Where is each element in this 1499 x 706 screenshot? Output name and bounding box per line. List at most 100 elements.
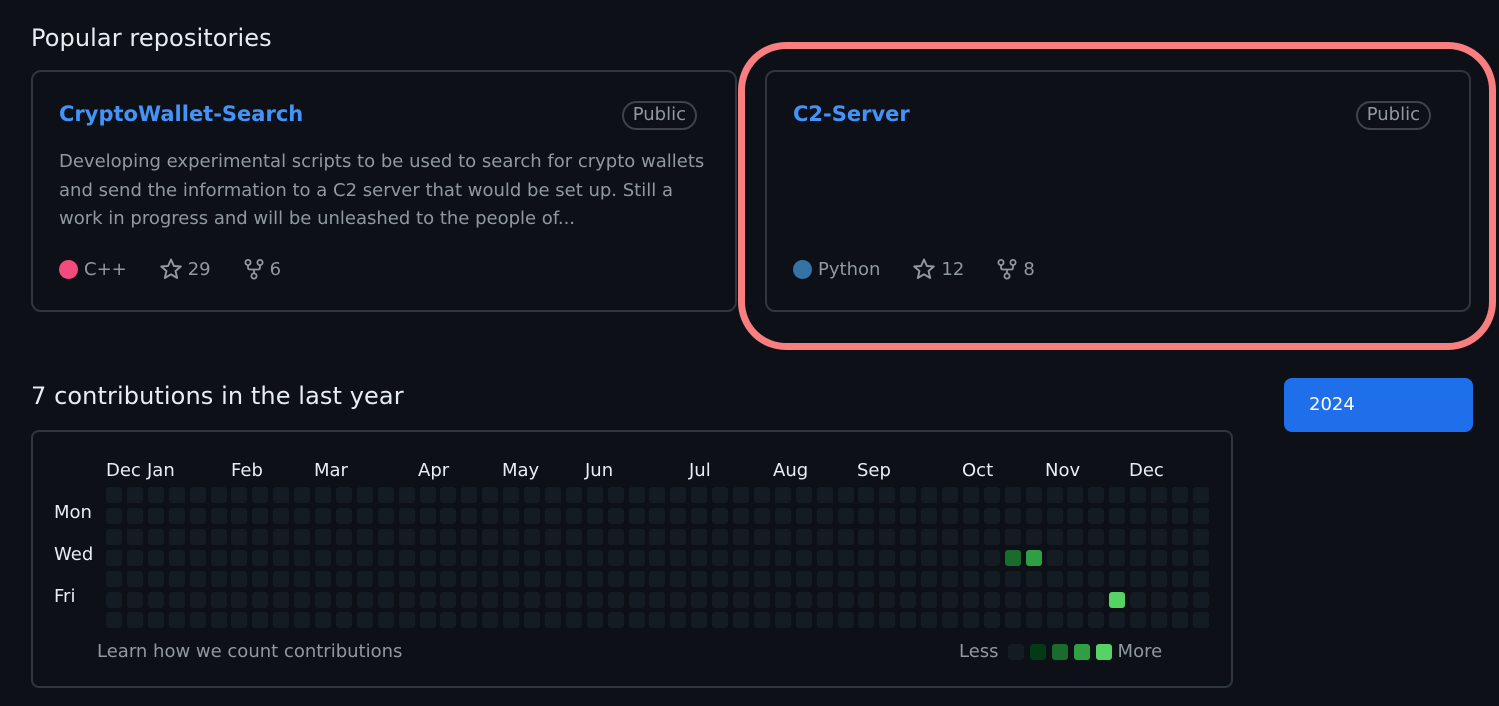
contribution-day[interactable] bbox=[377, 570, 394, 587]
contribution-day[interactable] bbox=[816, 570, 833, 587]
contribution-day[interactable] bbox=[126, 487, 143, 503]
contribution-day[interactable] bbox=[1151, 591, 1167, 608]
contribution-day[interactable] bbox=[440, 570, 457, 587]
repo-name-link[interactable]: C2-Server bbox=[793, 102, 910, 126]
contribution-day[interactable] bbox=[1130, 528, 1147, 545]
contribution-day[interactable] bbox=[586, 612, 603, 629]
contribution-day[interactable] bbox=[1109, 612, 1126, 629]
contribution-day[interactable] bbox=[774, 612, 791, 629]
contribution-day[interactable] bbox=[231, 612, 248, 629]
contribution-day[interactable] bbox=[315, 591, 331, 608]
contribution-day[interactable] bbox=[231, 549, 248, 566]
contribution-day[interactable] bbox=[189, 612, 206, 629]
contribution-day[interactable] bbox=[983, 570, 1000, 587]
contribution-day[interactable] bbox=[440, 591, 457, 608]
contribution-day[interactable] bbox=[1192, 549, 1209, 566]
contribution-day[interactable] bbox=[482, 528, 499, 545]
contribution-day[interactable] bbox=[983, 507, 1000, 524]
contribution-day[interactable] bbox=[147, 487, 164, 503]
contribution-day[interactable] bbox=[837, 549, 854, 566]
contribution-day[interactable] bbox=[1025, 507, 1042, 524]
contribution-day[interactable] bbox=[315, 570, 331, 587]
contribution-day[interactable] bbox=[900, 612, 917, 629]
contribution-day[interactable] bbox=[733, 612, 749, 629]
contribution-day[interactable] bbox=[398, 487, 415, 503]
contribution-day[interactable] bbox=[377, 528, 394, 545]
contribution-day[interactable] bbox=[377, 507, 394, 524]
contribution-day[interactable] bbox=[858, 487, 875, 503]
contribution-day[interactable] bbox=[628, 612, 645, 629]
contribution-day[interactable] bbox=[900, 591, 917, 608]
contribution-day[interactable] bbox=[544, 570, 561, 587]
contribution-day[interactable] bbox=[753, 528, 770, 545]
contribution-day[interactable] bbox=[837, 507, 854, 524]
contribution-day[interactable] bbox=[774, 487, 791, 503]
contribution-day[interactable] bbox=[1004, 612, 1021, 629]
contribution-day[interactable] bbox=[1046, 570, 1063, 587]
contribution-day[interactable] bbox=[921, 570, 938, 587]
contribution-day[interactable] bbox=[482, 487, 499, 503]
contribution-day[interactable] bbox=[921, 528, 938, 545]
contribution-day[interactable] bbox=[712, 507, 729, 524]
contribution-day[interactable] bbox=[147, 507, 164, 524]
contribution-day[interactable] bbox=[482, 570, 499, 587]
contribution-day[interactable] bbox=[482, 549, 499, 566]
contribution-day[interactable] bbox=[147, 549, 164, 566]
contribution-day[interactable] bbox=[962, 591, 979, 608]
contribution-day[interactable] bbox=[294, 549, 311, 566]
contribution-day[interactable] bbox=[335, 507, 352, 524]
contribution-day[interactable] bbox=[1025, 570, 1042, 587]
contribution-day[interactable] bbox=[377, 591, 394, 608]
contribution-day[interactable] bbox=[1025, 591, 1042, 608]
contribution-day[interactable] bbox=[983, 487, 1000, 503]
contribution-day[interactable] bbox=[398, 612, 415, 629]
contribution-day[interactable] bbox=[524, 549, 540, 566]
contribution-day[interactable] bbox=[461, 591, 478, 608]
contribution-day[interactable] bbox=[628, 591, 645, 608]
contribution-day[interactable] bbox=[482, 612, 499, 629]
contribution-day[interactable] bbox=[273, 528, 290, 545]
contribution-day[interactable] bbox=[837, 528, 854, 545]
contribution-day[interactable] bbox=[795, 507, 812, 524]
contribution-day[interactable] bbox=[1171, 487, 1188, 503]
contribution-day[interactable] bbox=[983, 591, 1000, 608]
contribution-day[interactable] bbox=[753, 570, 770, 587]
contribution-day[interactable] bbox=[628, 528, 645, 545]
contribution-day[interactable] bbox=[670, 507, 687, 524]
contribution-day[interactable] bbox=[1171, 591, 1188, 608]
contribution-day[interactable] bbox=[1109, 528, 1126, 545]
contribution-day[interactable] bbox=[900, 507, 917, 524]
contribution-day[interactable] bbox=[816, 487, 833, 503]
contribution-day[interactable] bbox=[921, 591, 938, 608]
contribution-day[interactable] bbox=[398, 570, 415, 587]
contribution-day[interactable] bbox=[168, 612, 185, 629]
contribution-day[interactable] bbox=[398, 549, 415, 566]
contribution-day[interactable] bbox=[294, 487, 311, 503]
contribution-day[interactable] bbox=[1046, 549, 1063, 566]
contribution-day[interactable] bbox=[942, 570, 958, 587]
contribution-day[interactable] bbox=[586, 487, 603, 503]
year-button-2024[interactable]: 2024 bbox=[1284, 378, 1473, 432]
contribution-day[interactable] bbox=[126, 528, 143, 545]
contribution-day[interactable] bbox=[649, 487, 666, 503]
contribution-day[interactable] bbox=[315, 487, 331, 503]
contribution-day[interactable] bbox=[565, 570, 582, 587]
contribution-day[interactable] bbox=[670, 570, 687, 587]
contribution-day[interactable] bbox=[837, 612, 854, 629]
contribution-day[interactable] bbox=[126, 591, 143, 608]
contribution-day[interactable] bbox=[294, 591, 311, 608]
contribution-day[interactable] bbox=[1025, 549, 1042, 566]
contribution-day[interactable] bbox=[733, 570, 749, 587]
contribution-day[interactable] bbox=[607, 549, 624, 566]
contribution-day[interactable] bbox=[377, 487, 394, 503]
contribution-day[interactable] bbox=[753, 591, 770, 608]
contribution-day[interactable] bbox=[1192, 487, 1209, 503]
contribution-day[interactable] bbox=[252, 528, 269, 545]
contribution-day[interactable] bbox=[189, 507, 206, 524]
contribution-day[interactable] bbox=[398, 507, 415, 524]
contribution-day[interactable] bbox=[252, 570, 269, 587]
contribution-day[interactable] bbox=[168, 570, 185, 587]
contribution-day[interactable] bbox=[795, 612, 812, 629]
contribution-day[interactable] bbox=[837, 487, 854, 503]
contribution-day[interactable] bbox=[168, 487, 185, 503]
